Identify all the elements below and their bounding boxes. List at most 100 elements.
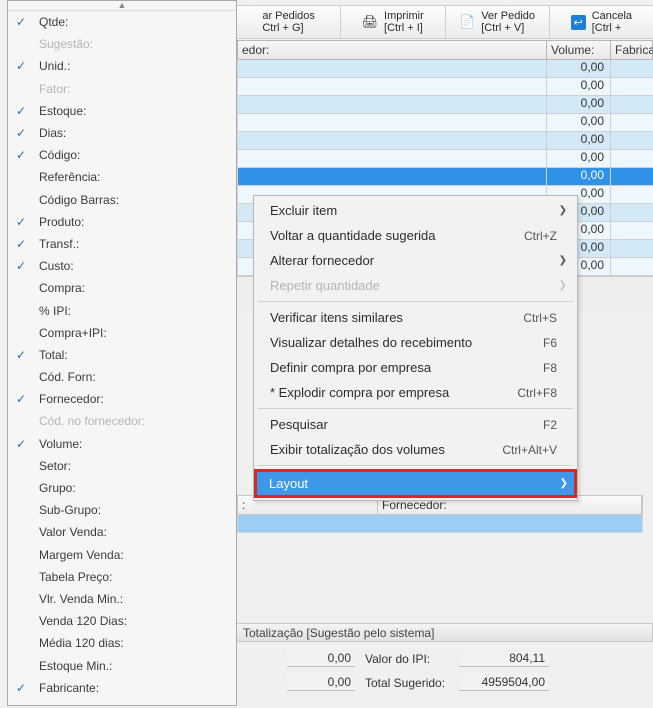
field-produto[interactable]: ✓Produto: bbox=[8, 211, 236, 233]
field-volume[interactable]: ✓ Volume: bbox=[8, 433, 236, 455]
field-tabelapreço[interactable]: Tabela Preço: bbox=[8, 566, 236, 588]
column-volume[interactable]: Volume: bbox=[546, 41, 610, 59]
field-estoquemin[interactable]: Estoque Min.: bbox=[8, 654, 236, 676]
field-label: Total: bbox=[39, 348, 68, 362]
table-row[interactable]: 0,00 bbox=[238, 132, 653, 150]
field-média120dias[interactable]: Média 120 dias: bbox=[8, 632, 236, 654]
back-icon: ↩ bbox=[571, 15, 586, 30]
menu-visualizar-detalhes-do-recebimento[interactable]: Visualizar detalhes do recebimentoF6 bbox=[256, 330, 575, 355]
field-fornecedor[interactable]: ✓ Fornecedor: bbox=[8, 388, 236, 410]
menu-item-shortcut: F8 bbox=[543, 361, 557, 375]
field-vlrvendamin[interactable]: Vlr. Venda Min.: bbox=[8, 588, 236, 610]
field-transf[interactable]: ✓Transf.: bbox=[8, 233, 236, 255]
secondary-row[interactable] bbox=[237, 515, 643, 533]
menu-pesquisar[interactable]: PesquisarF2 bbox=[256, 412, 575, 437]
table-row[interactable]: 0,00 bbox=[238, 168, 653, 186]
check-icon: ✓ bbox=[16, 437, 29, 451]
totals-label-row1: Total Sugerido: bbox=[359, 676, 455, 690]
field-label: Compra+IPI: bbox=[39, 326, 107, 340]
printer-icon: 🖨 bbox=[362, 14, 378, 30]
field-código[interactable]: ✓Código: bbox=[8, 144, 236, 166]
menu-item-label: Definir compra por empresa bbox=[270, 360, 543, 375]
check-icon: ✓ bbox=[16, 681, 29, 695]
field-label: Fornecedor: bbox=[39, 392, 104, 406]
scroll-up-icon[interactable]: ▲ bbox=[8, 1, 236, 11]
field-label: Dias: bbox=[39, 126, 66, 140]
menu-item-label: Layout bbox=[269, 476, 558, 491]
field-compra[interactable]: Compra: bbox=[8, 277, 236, 299]
field-label: Unid.: bbox=[39, 59, 70, 73]
totals-title: Totalização [Sugestão pelo sistema] bbox=[237, 623, 653, 642]
check-icon: ✓ bbox=[16, 237, 29, 251]
chevron-right-icon: ❯ bbox=[558, 478, 568, 489]
field-sugestão[interactable]: Sugestão: bbox=[8, 33, 236, 55]
column-fabricante[interactable]: Fabrican bbox=[610, 41, 652, 59]
field-label: Sub-Grupo: bbox=[39, 503, 101, 517]
field-label: Vlr. Venda Min.: bbox=[39, 592, 123, 606]
table-row[interactable]: 0,00 bbox=[238, 150, 653, 168]
table-row[interactable]: 0,00 bbox=[238, 114, 653, 132]
field-grupo[interactable]: Grupo: bbox=[8, 477, 236, 499]
menu-definir-compra-por-empresa[interactable]: Definir compra por empresaF8 bbox=[256, 355, 575, 380]
chevron-right-icon: ❯ bbox=[557, 255, 567, 266]
field-venda120dias[interactable]: Venda 120 Dias: bbox=[8, 610, 236, 632]
menu-explodir-compra-por-empresa[interactable]: * Explodir compra por empresaCtrl+F8 bbox=[256, 380, 575, 405]
totals-v2-row1: 4959504,00 bbox=[459, 675, 549, 691]
field-label: Média 120 dias: bbox=[39, 636, 124, 650]
field-ipi[interactable]: % IPI: bbox=[8, 299, 236, 321]
field-label: Cód. Forn: bbox=[39, 370, 96, 384]
check-icon: ✓ bbox=[16, 59, 29, 73]
menu-item-label: Voltar a quantidade sugerida bbox=[270, 228, 524, 243]
field-margemvenda[interactable]: Margem Venda: bbox=[8, 544, 236, 566]
table-row[interactable]: 0,00 bbox=[238, 60, 653, 78]
field-unid[interactable]: ✓ Unid.: bbox=[8, 55, 236, 77]
field-setor[interactable]: Setor: bbox=[8, 455, 236, 477]
menu-voltar-a-quantidade-sugerida[interactable]: Voltar a quantidade sugeridaCtrl+Z bbox=[256, 223, 575, 248]
chevron-right-icon: ❯ bbox=[557, 280, 567, 291]
toolbar-imprimir[interactable]: 🖨 Imprimir [Ctrl + I] bbox=[340, 6, 444, 38]
menu-item-shortcut: F2 bbox=[543, 418, 557, 432]
chevron-right-icon: ❯ bbox=[557, 205, 567, 216]
toolbar-ver-pedido[interactable]: 📄 Ver Pedido [Ctrl + V] bbox=[445, 6, 549, 38]
field-valorvenda[interactable]: Valor Venda: bbox=[8, 521, 236, 543]
field-label: Valor Venda: bbox=[39, 525, 107, 539]
field-label: Volume: bbox=[39, 437, 82, 451]
menu-item-shortcut: F6 bbox=[543, 336, 557, 350]
menu-item-label: Repetir quantidade bbox=[270, 278, 557, 293]
menu-item-shortcut: Ctrl+F8 bbox=[517, 386, 557, 400]
field-fator[interactable]: Fator: bbox=[8, 78, 236, 100]
column-fornecedor[interactable]: edor: bbox=[237, 41, 546, 59]
check-icon: ✓ bbox=[16, 215, 29, 229]
field-sub-grupo[interactable]: Sub-Grupo: bbox=[8, 499, 236, 521]
field-dias[interactable]: ✓Dias: bbox=[8, 122, 236, 144]
field-custo[interactable]: ✓Custo: bbox=[8, 255, 236, 277]
field-label: Sugestão: bbox=[39, 37, 93, 51]
field-qtde[interactable]: ✓Qtde: bbox=[8, 11, 236, 33]
field-fabricante[interactable]: ✓Fabricante: bbox=[8, 677, 236, 699]
grid-header: edor: Volume: Fabrican bbox=[237, 40, 653, 60]
toolbar-gravar-pedidos[interactable]: ar Pedidos Ctrl + G] bbox=[237, 6, 340, 38]
menu-item-label: Exibir totalização dos volumes bbox=[270, 442, 502, 457]
table-row[interactable]: 0,00 bbox=[238, 78, 653, 96]
field-estoque[interactable]: ✓Estoque: bbox=[8, 100, 236, 122]
field-códforn[interactable]: Cód. Forn: bbox=[8, 366, 236, 388]
totals-v2-row0: 804,11 bbox=[459, 651, 549, 667]
check-icon: ✓ bbox=[16, 392, 29, 406]
field-códnofornecedor[interactable]: Cód. no fornecedor: bbox=[8, 410, 236, 432]
menu-alterar-fornecedor[interactable]: Alterar fornecedor❯ bbox=[256, 248, 575, 273]
field-referência[interactable]: Referência: bbox=[8, 166, 236, 188]
toolbar-cancelar[interactable]: ↩ Cancela [Ctrl + bbox=[549, 6, 653, 38]
field-total[interactable]: ✓Total: bbox=[8, 344, 236, 366]
field-códigobarras[interactable]: Código Barras: bbox=[8, 189, 236, 211]
menu-verificar-itens-similares[interactable]: Verificar itens similaresCtrl+S bbox=[256, 305, 575, 330]
field-label: Custo: bbox=[39, 259, 74, 273]
menu-item-label: Pesquisar bbox=[270, 417, 543, 432]
menu-exibir-totaliza-o-dos-volumes[interactable]: Exibir totalização dos volumesCtrl+Alt+V bbox=[256, 437, 575, 462]
table-row[interactable]: 0,00 bbox=[238, 96, 653, 114]
column-chooser[interactable]: ▲ ✓Qtde:Sugestão:✓Unid.:Fator:✓Estoque:✓… bbox=[7, 0, 237, 706]
field-label: Venda 120 Dias: bbox=[39, 614, 127, 628]
menu-item-label: Visualizar detalhes do recebimento bbox=[270, 335, 543, 350]
menu-excluir-item[interactable]: Excluir item❯ bbox=[256, 198, 575, 223]
field-compraipi[interactable]: Compra+IPI: bbox=[8, 322, 236, 344]
menu-layout[interactable]: Layout❯ bbox=[254, 469, 577, 498]
